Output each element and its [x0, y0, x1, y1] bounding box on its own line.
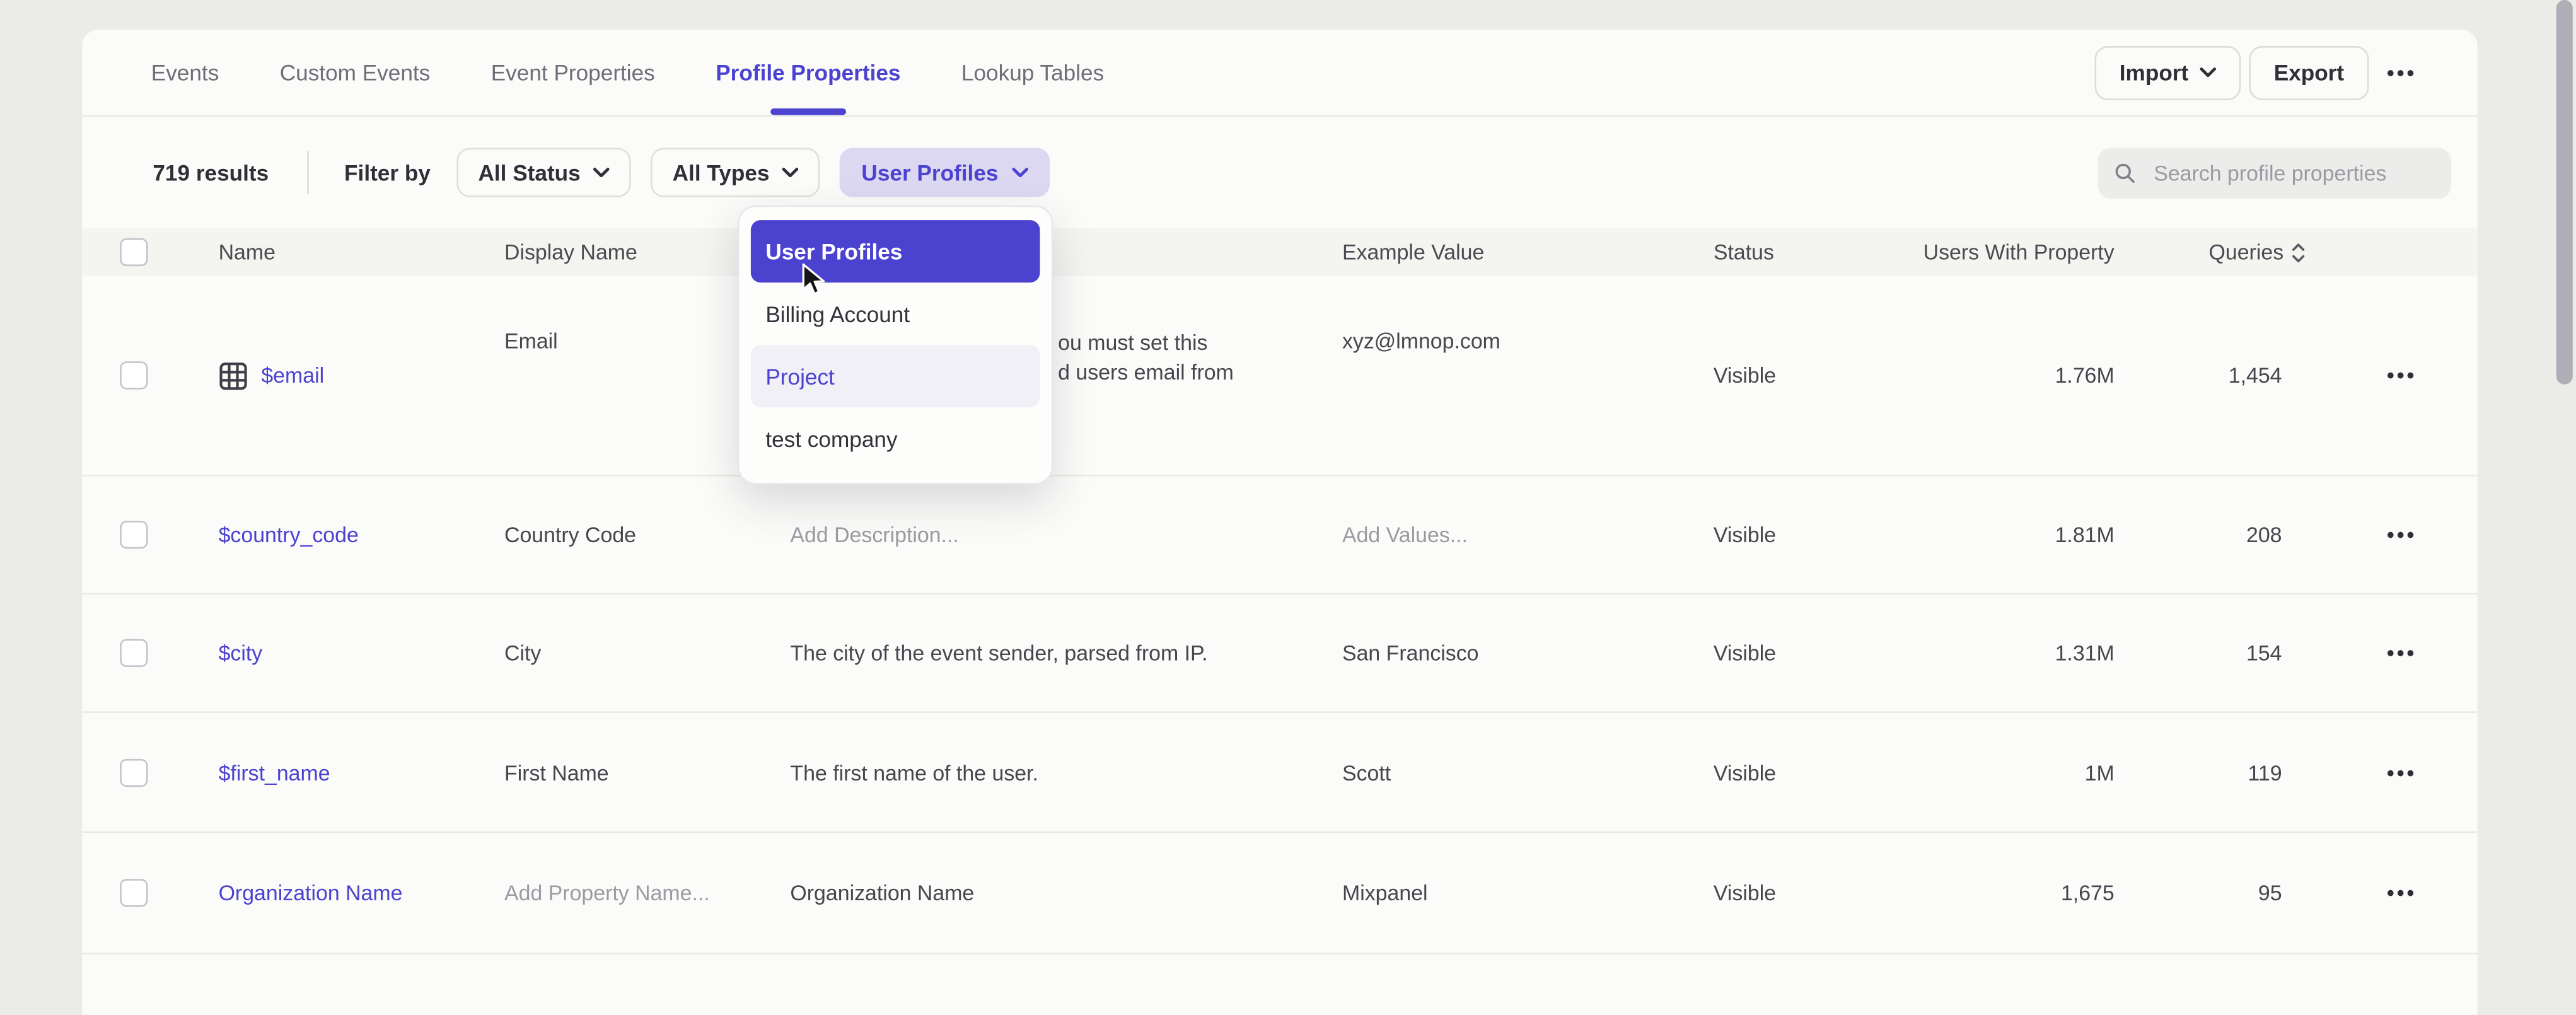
- queries-count-cell: 1,454: [2229, 363, 2307, 388]
- table-row: $first_name First Name The first name of…: [82, 713, 2477, 833]
- description-cell[interactable]: The first name of the user.: [790, 760, 1342, 784]
- type-filter-button[interactable]: All Types: [651, 148, 820, 197]
- chevron-down-icon: [2200, 67, 2216, 78]
- users-count-cell: 1.31M: [1886, 641, 2115, 665]
- table-row: $country_code Country Code Add Descripti…: [82, 477, 2477, 595]
- status-cell[interactable]: Visible: [1714, 881, 1886, 905]
- row-actions-button[interactable]: •••: [2387, 881, 2416, 905]
- queries-count-cell: 95: [2258, 881, 2307, 905]
- description-fragment-line1: ou must set this: [1058, 328, 1342, 358]
- column-header-queries[interactable]: Queries: [2115, 240, 2307, 264]
- column-header-name: Name: [219, 240, 504, 264]
- select-all-checkbox[interactable]: [120, 238, 148, 266]
- search-icon: [2115, 160, 2136, 185]
- users-count-cell: 1.76M: [1886, 363, 2115, 388]
- row-actions-button[interactable]: •••: [2387, 641, 2416, 665]
- queries-count-cell: 119: [2248, 760, 2307, 784]
- filter-by-label: Filter by: [344, 160, 431, 185]
- property-name-link[interactable]: $city: [219, 641, 263, 665]
- search-input[interactable]: [2150, 158, 2435, 186]
- table-row: $email Email ou must set this d users em…: [82, 276, 2477, 477]
- status-cell[interactable]: Visible: [1714, 760, 1886, 784]
- table-row: Organization Name Add Property Name... O…: [82, 833, 2477, 954]
- dropdown-item-project[interactable]: Project: [751, 345, 1040, 407]
- column-header-users-with-property: Users With Property: [1886, 240, 2115, 264]
- tab-custom-events[interactable]: Custom Events: [280, 30, 431, 115]
- mouse-cursor: [802, 263, 827, 298]
- toolbar: Import Export •••: [2095, 45, 2478, 100]
- example-value-cell[interactable]: Scott: [1342, 760, 1714, 784]
- queries-count-cell: 208: [2246, 523, 2307, 547]
- tab-events[interactable]: Events: [151, 30, 219, 115]
- display-name-cell[interactable]: Add Property Name...: [504, 881, 790, 905]
- lookup-table-grid-icon: [219, 361, 248, 390]
- description-cell[interactable]: Organization Name: [790, 881, 1342, 905]
- chevron-down-icon: [782, 168, 799, 178]
- tab-profile-properties[interactable]: Profile Properties: [716, 30, 900, 115]
- table-row: $city City The city of the event sender,…: [82, 594, 2477, 713]
- row-checkbox[interactable]: [120, 758, 148, 786]
- import-button[interactable]: Import: [2095, 45, 2241, 100]
- results-count: 719 results: [153, 160, 269, 185]
- column-header-example-value: Example Value: [1342, 240, 1714, 264]
- divider: [306, 151, 308, 194]
- type-filter-label: All Types: [673, 160, 770, 185]
- tab-bar: Events Custom Events Event Properties Pr…: [82, 30, 2477, 117]
- property-name-link[interactable]: Organization Name: [219, 881, 403, 905]
- status-filter-button[interactable]: All Status: [457, 148, 632, 197]
- display-name-cell[interactable]: Country Code: [504, 523, 790, 547]
- chevron-down-icon: [1011, 168, 1028, 178]
- scrollbar-thumb[interactable]: [2556, 0, 2573, 385]
- status-cell[interactable]: Visible: [1714, 523, 1886, 547]
- dropdown-item-test-company[interactable]: test company: [751, 407, 1040, 470]
- row-actions-button[interactable]: •••: [2387, 760, 2416, 784]
- entity-filter-button[interactable]: User Profiles: [840, 148, 1050, 197]
- screen: Events Custom Events Event Properties Pr…: [0, 0, 2576, 951]
- row-checkbox[interactable]: [120, 361, 148, 389]
- display-name-cell[interactable]: City: [504, 641, 790, 665]
- property-name-link[interactable]: $first_name: [219, 760, 330, 784]
- description-cell[interactable]: Add Description...: [790, 523, 1342, 547]
- row-checkbox[interactable]: [120, 521, 148, 548]
- users-count-cell: 1,675: [1886, 881, 2115, 905]
- tab-lookup-tables[interactable]: Lookup Tables: [961, 30, 1104, 115]
- status-filter-label: All Status: [478, 160, 580, 185]
- row-actions-button[interactable]: •••: [2387, 363, 2416, 388]
- export-button[interactable]: Export: [2249, 45, 2369, 100]
- more-actions-button[interactable]: •••: [2387, 62, 2416, 83]
- sort-icon: [2290, 241, 2307, 264]
- entity-filter-label: User Profiles: [861, 160, 998, 185]
- display-name-cell[interactable]: First Name: [504, 760, 790, 784]
- queries-count-cell: 154: [2246, 641, 2307, 665]
- row-actions-button[interactable]: •••: [2387, 523, 2416, 547]
- profile-properties-panel: Events Custom Events Event Properties Pr…: [82, 30, 2477, 1015]
- dropdown-item-user-profiles[interactable]: User Profiles: [751, 220, 1040, 282]
- tab-event-properties[interactable]: Event Properties: [491, 30, 655, 115]
- property-name-link[interactable]: $country_code: [219, 523, 359, 547]
- dropdown-item-billing-account[interactable]: Billing Account: [751, 282, 1040, 345]
- status-cell[interactable]: Visible: [1714, 641, 1886, 665]
- filter-bar: 719 results Filter by All Status All Typ…: [82, 117, 2477, 228]
- description-cell[interactable]: The city of the event sender, parsed fro…: [790, 641, 1342, 665]
- description-fragment-line2: d users email from: [1058, 358, 1342, 388]
- column-header-status: Status: [1714, 240, 1886, 264]
- example-value-cell[interactable]: San Francisco: [1342, 641, 1714, 665]
- status-cell[interactable]: Visible: [1714, 363, 1886, 388]
- example-value-cell[interactable]: Mixpanel: [1342, 881, 1714, 905]
- import-button-label: Import: [2120, 60, 2188, 84]
- users-count-cell: 1M: [1886, 760, 2115, 784]
- row-checkbox[interactable]: [120, 639, 148, 667]
- search-box[interactable]: [2098, 147, 2451, 198]
- example-value-cell[interactable]: Add Values...: [1342, 523, 1714, 547]
- entity-type-dropdown: User Profiles Billing Account Project te…: [738, 206, 1053, 485]
- chevron-down-icon: [594, 168, 610, 178]
- row-checkbox[interactable]: [120, 879, 148, 907]
- example-value-cell[interactable]: xyz@lmnop.com: [1342, 276, 1714, 353]
- queries-header-label: Queries: [2209, 240, 2284, 264]
- users-count-cell: 1.81M: [1886, 523, 2115, 547]
- table-header: Name Display Name Example Value Status U…: [82, 228, 2477, 276]
- property-name-link[interactable]: $email: [261, 363, 324, 388]
